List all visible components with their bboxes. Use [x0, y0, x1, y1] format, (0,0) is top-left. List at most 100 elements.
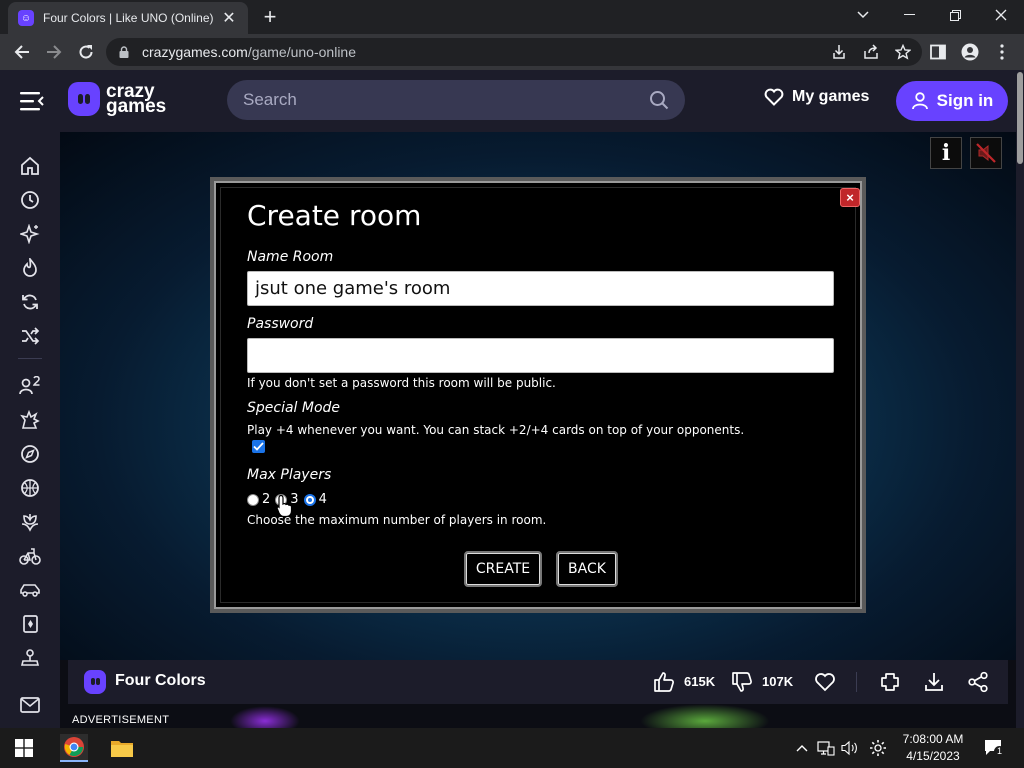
network-icon[interactable]: [816, 738, 836, 758]
likes-count: 615K: [684, 674, 716, 689]
chrome-taskbar-icon[interactable]: [60, 734, 88, 762]
close-window-icon[interactable]: [978, 0, 1024, 30]
share-nodes-icon[interactable]: [966, 670, 990, 694]
players-4-label: 4: [318, 492, 327, 507]
advertisement-area[interactable]: [60, 704, 1016, 728]
browser-tab[interactable]: ☺ Four Colors | Like UNO (Online) ✕: [8, 2, 248, 34]
restore-icon[interactable]: [932, 0, 978, 30]
advertisement-label: ADVERTISEMENT: [72, 714, 170, 726]
car-icon[interactable]: [18, 578, 42, 602]
special-mode-label: Special Mode: [247, 400, 341, 416]
my-games-link[interactable]: My games: [764, 88, 869, 106]
new-tab-icon[interactable]: +: [258, 5, 282, 29]
home-icon[interactable]: [18, 154, 42, 178]
dialog-title: Create room: [247, 199, 422, 232]
menu-kebab-icon[interactable]: [990, 40, 1014, 64]
shuffle-icon[interactable]: [18, 324, 42, 348]
create-room-dialog: × Create room Name Room Password If you …: [210, 177, 866, 613]
notification-count: 1: [994, 746, 1005, 757]
dislikes-count: 107K: [762, 674, 794, 689]
basketball-icon[interactable]: [18, 476, 42, 500]
crazygames-logo-icon: [68, 82, 100, 116]
players-4-radio[interactable]: [303, 493, 316, 506]
info-icon: i: [941, 140, 951, 166]
create-button[interactable]: CREATE: [464, 551, 542, 587]
person-icon: [911, 92, 928, 110]
sparkle-icon[interactable]: [18, 222, 42, 246]
windows-start-icon[interactable]: [10, 734, 38, 762]
password-input[interactable]: [247, 338, 834, 373]
compass-icon[interactable]: [18, 442, 42, 466]
search-bar[interactable]: [227, 80, 685, 120]
refresh-icon[interactable]: [18, 290, 42, 314]
info-button[interactable]: i: [930, 137, 962, 169]
lock-icon: [119, 46, 129, 58]
url-text: crazygames.com/game/uno-online: [142, 44, 356, 60]
thumbs-down-icon[interactable]: [730, 670, 754, 694]
share-icon[interactable]: [862, 42, 880, 62]
sign-in-button[interactable]: Sign in: [896, 81, 1008, 121]
bike-icon[interactable]: [18, 544, 42, 568]
reload-icon[interactable]: [74, 40, 98, 64]
game-title: Four Colors: [115, 672, 206, 689]
favorite-heart-icon[interactable]: [813, 670, 837, 694]
cards-icon[interactable]: [18, 612, 42, 636]
scrollbar-thumb[interactable]: [1017, 72, 1023, 164]
close-tab-icon[interactable]: ✕: [220, 8, 238, 28]
notifications-icon[interactable]: 1: [982, 738, 1006, 758]
back-arrow-icon[interactable]: [10, 40, 34, 64]
bookmark-star-icon[interactable]: [894, 42, 912, 62]
settings-gear-icon[interactable]: [868, 738, 888, 758]
file-explorer-icon[interactable]: [108, 734, 136, 762]
search-input[interactable]: [243, 90, 633, 110]
side-panel-icon[interactable]: [926, 40, 950, 64]
multiplayer-icon[interactable]: [18, 374, 42, 398]
address-bar[interactable]: crazygames.com/game/uno-online: [106, 38, 922, 66]
explosion-icon[interactable]: [18, 408, 42, 432]
minimize-icon[interactable]: [886, 0, 932, 30]
players-2-radio[interactable]: [247, 493, 259, 506]
flower-icon[interactable]: [18, 510, 42, 534]
sign-in-label: Sign in: [936, 91, 994, 110]
site-header: crazy games My games Sign in: [0, 70, 1016, 132]
tab-search-icon[interactable]: [840, 0, 886, 30]
tab-title: Four Colors | Like UNO (Online): [43, 11, 214, 25]
checkmark-icon: [253, 442, 264, 451]
logo-text-line2: games: [106, 96, 167, 117]
crazygames-logo[interactable]: crazy games: [68, 82, 166, 116]
special-mode-checkbox[interactable]: [252, 440, 265, 453]
forward-arrow-icon[interactable]: [42, 40, 66, 64]
sidebar-divider: [18, 358, 42, 359]
back-button[interactable]: BACK: [556, 551, 618, 587]
special-mode-help-text: Play +4 whenever you want. You can stack…: [247, 423, 745, 437]
password-help-text: If you don't set a password this room wi…: [247, 376, 556, 390]
sound-muted-button[interactable]: [970, 137, 1002, 169]
install-app-icon[interactable]: [830, 42, 848, 62]
mail-icon[interactable]: [18, 693, 42, 717]
room-name-input[interactable]: [247, 271, 834, 306]
download-icon[interactable]: [922, 670, 946, 694]
show-hidden-icons-chevron-icon[interactable]: [792, 738, 812, 758]
windows-taskbar: 7:08:00 AM 4/15/2023 1: [0, 728, 1024, 768]
flame-icon[interactable]: [18, 256, 42, 280]
profile-icon[interactable]: [958, 40, 982, 64]
crazygames-small-logo-icon: [84, 670, 106, 694]
search-icon[interactable]: [649, 90, 669, 110]
fullscreen-icon[interactable]: [878, 670, 902, 694]
page-scrollbar[interactable]: [1016, 70, 1024, 728]
close-dialog-button[interactable]: ×: [840, 188, 860, 207]
my-games-label: My games: [792, 88, 870, 105]
clock-icon[interactable]: [18, 188, 42, 212]
volume-icon[interactable]: [840, 738, 860, 758]
thumbs-up-icon[interactable]: [652, 670, 676, 694]
category-sidebar: [0, 132, 60, 728]
collapse-menu-icon[interactable]: [20, 90, 44, 112]
password-label: Password: [247, 316, 314, 332]
clock-date: 4/15/2023: [906, 749, 960, 763]
name-room-label: Name Room: [247, 249, 334, 265]
crazygames-favicon-icon: ☺: [18, 10, 34, 26]
browser-toolbar: crazygames.com/game/uno-online: [0, 34, 1024, 70]
system-clock[interactable]: 7:08:00 AM 4/15/2023: [896, 731, 970, 765]
speaker-muted-icon: [976, 143, 996, 163]
joystick-icon[interactable]: [18, 646, 42, 670]
